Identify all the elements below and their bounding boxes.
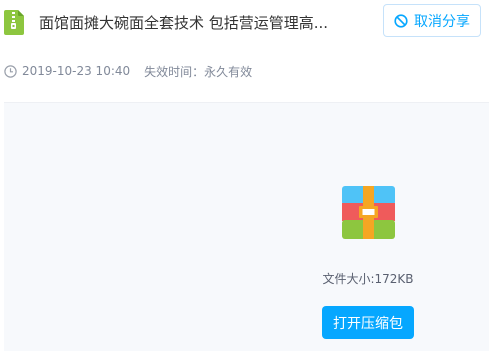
ban-icon xyxy=(394,13,408,28)
share-date: 2019-10-23 10:40 xyxy=(22,64,131,78)
cancel-share-label: 取消分享 xyxy=(414,13,470,30)
file-title: 面馆面摊大碗面全套技术 包括营运管理高... xyxy=(39,14,329,32)
share-meta: 2019-10-23 10:40 失效时间：永久有效 xyxy=(4,61,252,81)
expiry-time: 失效时间：永久有效 xyxy=(144,64,253,79)
file-size-label: 文件大小:172KB xyxy=(322,272,414,286)
zip-file-icon xyxy=(4,10,24,35)
clock-icon xyxy=(4,64,17,78)
file-preview-panel: 文件大小:172KB 打开压缩包 xyxy=(4,102,489,351)
open-archive-button[interactable]: 打开压缩包 xyxy=(322,306,414,339)
cancel-share-button[interactable]: 取消分享 xyxy=(383,4,481,37)
archive-icon xyxy=(342,186,395,239)
share-header: 面馆面摊大碗面全套技术 包括营运管理高... 取消分享 xyxy=(0,0,489,48)
